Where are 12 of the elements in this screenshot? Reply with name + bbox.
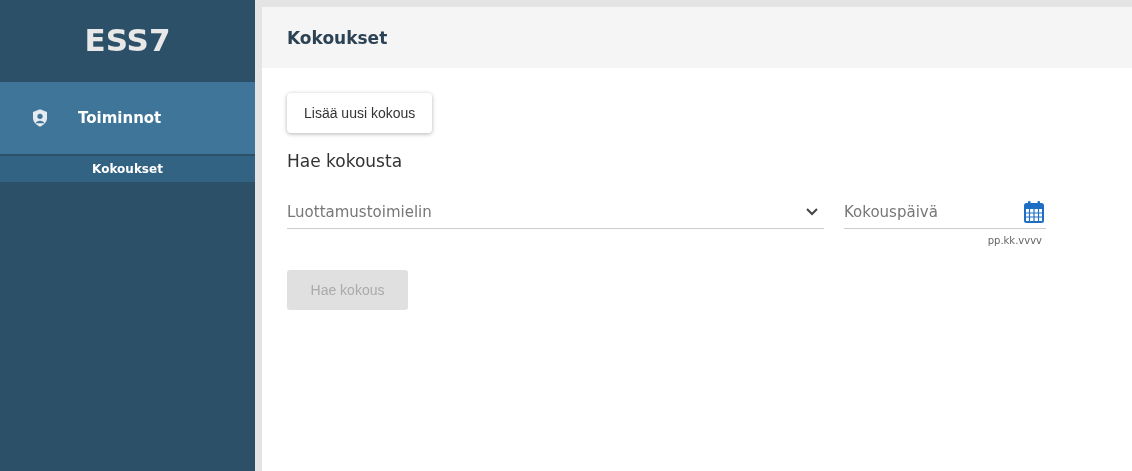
sidebar-section[interactable]: Toiminnot <box>0 82 255 154</box>
section-label: Toiminnot <box>78 109 162 127</box>
chevron-down-icon <box>806 207 818 216</box>
page-title: Kokoukset <box>287 27 388 48</box>
app-logo: ESS7 <box>83 21 172 60</box>
calendar-icon[interactable] <box>1024 200 1044 223</box>
date-format-hint: pp.kk.vvvv <box>987 235 1042 246</box>
search-heading: Hae kokousta <box>287 151 403 171</box>
committee-select[interactable]: Luottamustoimielin <box>287 195 824 229</box>
user-shield-icon <box>33 109 47 127</box>
sidebar-item[interactable]: Kokoukset <box>0 156 255 182</box>
add-meeting-button[interactable]: Lisää uusi kokous <box>287 93 433 133</box>
